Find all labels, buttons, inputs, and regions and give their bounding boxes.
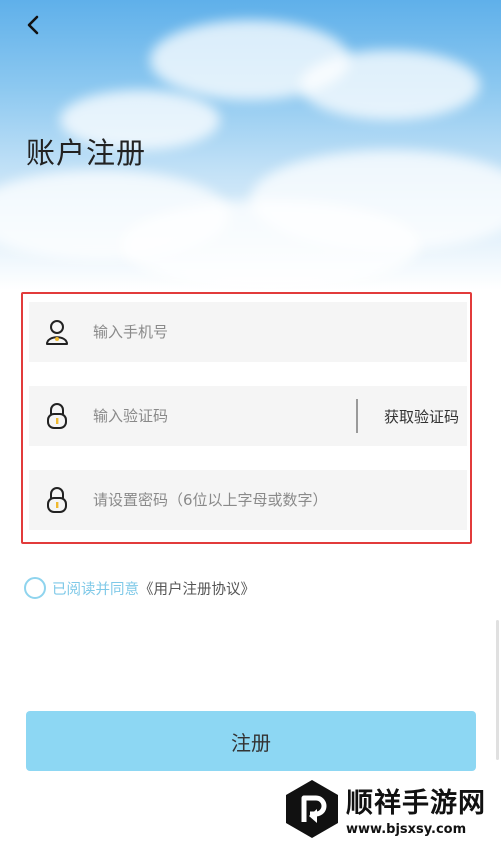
chevron-left-icon bbox=[27, 15, 39, 35]
user-agreement-link[interactable]: 《用户注册协议》 bbox=[139, 578, 255, 599]
watermark-title: 顺祥手游网 bbox=[346, 788, 486, 819]
phone-input[interactable] bbox=[93, 312, 467, 352]
lock-icon bbox=[33, 386, 81, 446]
watermark-logo bbox=[286, 780, 338, 838]
page-title: 账户注册 bbox=[26, 136, 147, 170]
watermark: 顺祥手游网 www.bjsxsy.com bbox=[284, 778, 486, 840]
registration-form: 获取验证码 bbox=[21, 292, 472, 544]
phone-field-row bbox=[29, 302, 467, 362]
watermark-url: www.bjsxsy.com bbox=[346, 822, 467, 837]
agreement-row: 已阅读并同意 《用户注册协议》 bbox=[24, 577, 255, 599]
get-code-button[interactable]: 获取验证码 bbox=[384, 406, 459, 427]
agreement-checkbox[interactable] bbox=[24, 577, 46, 599]
register-button[interactable]: 注册 bbox=[26, 711, 476, 771]
agreement-text: 已阅读并同意 bbox=[52, 581, 139, 598]
password-input[interactable] bbox=[93, 480, 467, 520]
scrollbar[interactable] bbox=[496, 620, 499, 760]
password-field-row bbox=[29, 470, 467, 530]
verification-code-input[interactable] bbox=[93, 396, 356, 436]
back-button[interactable] bbox=[18, 10, 48, 40]
lock-icon bbox=[33, 470, 81, 530]
field-divider bbox=[355, 399, 358, 433]
code-field-row: 获取验证码 bbox=[29, 386, 467, 446]
user-icon bbox=[33, 302, 81, 362]
